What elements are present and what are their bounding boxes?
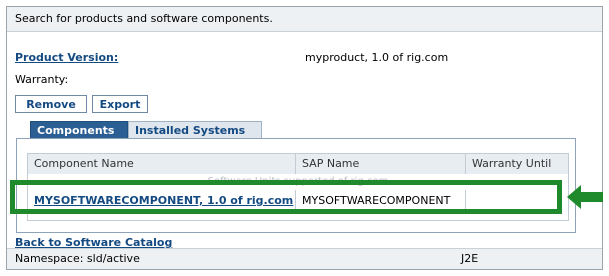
warranty-label: Warranty:	[15, 73, 69, 86]
catalog-panel: Search for products and software compone…	[6, 6, 603, 270]
product-version-value: myproduct, 1.0 of rig.com	[305, 51, 449, 64]
tab-components[interactable]: Components	[30, 121, 128, 139]
tab-installed-systems[interactable]: Installed Systems	[128, 121, 262, 139]
column-header-sap-name[interactable]: SAP Name	[296, 154, 466, 174]
column-header-warranty-until[interactable]: Warranty Until	[466, 154, 568, 174]
system-text: J2E	[461, 252, 479, 265]
remove-button[interactable]: Remove	[15, 95, 87, 113]
product-version-link[interactable]: Product Version:	[15, 51, 118, 64]
status-bar: Namespace: sld/active J2E	[7, 248, 602, 269]
column-header-component-name[interactable]: Component Name	[28, 154, 296, 174]
export-button[interactable]: Export	[92, 95, 148, 113]
panel-header: Search for products and software compone…	[7, 7, 602, 32]
namespace-text: Namespace: sld/active	[15, 252, 140, 265]
header-text: Search for products and software compone…	[15, 12, 273, 25]
highlight-box	[10, 180, 562, 214]
pointer-arrow-icon	[567, 185, 603, 209]
